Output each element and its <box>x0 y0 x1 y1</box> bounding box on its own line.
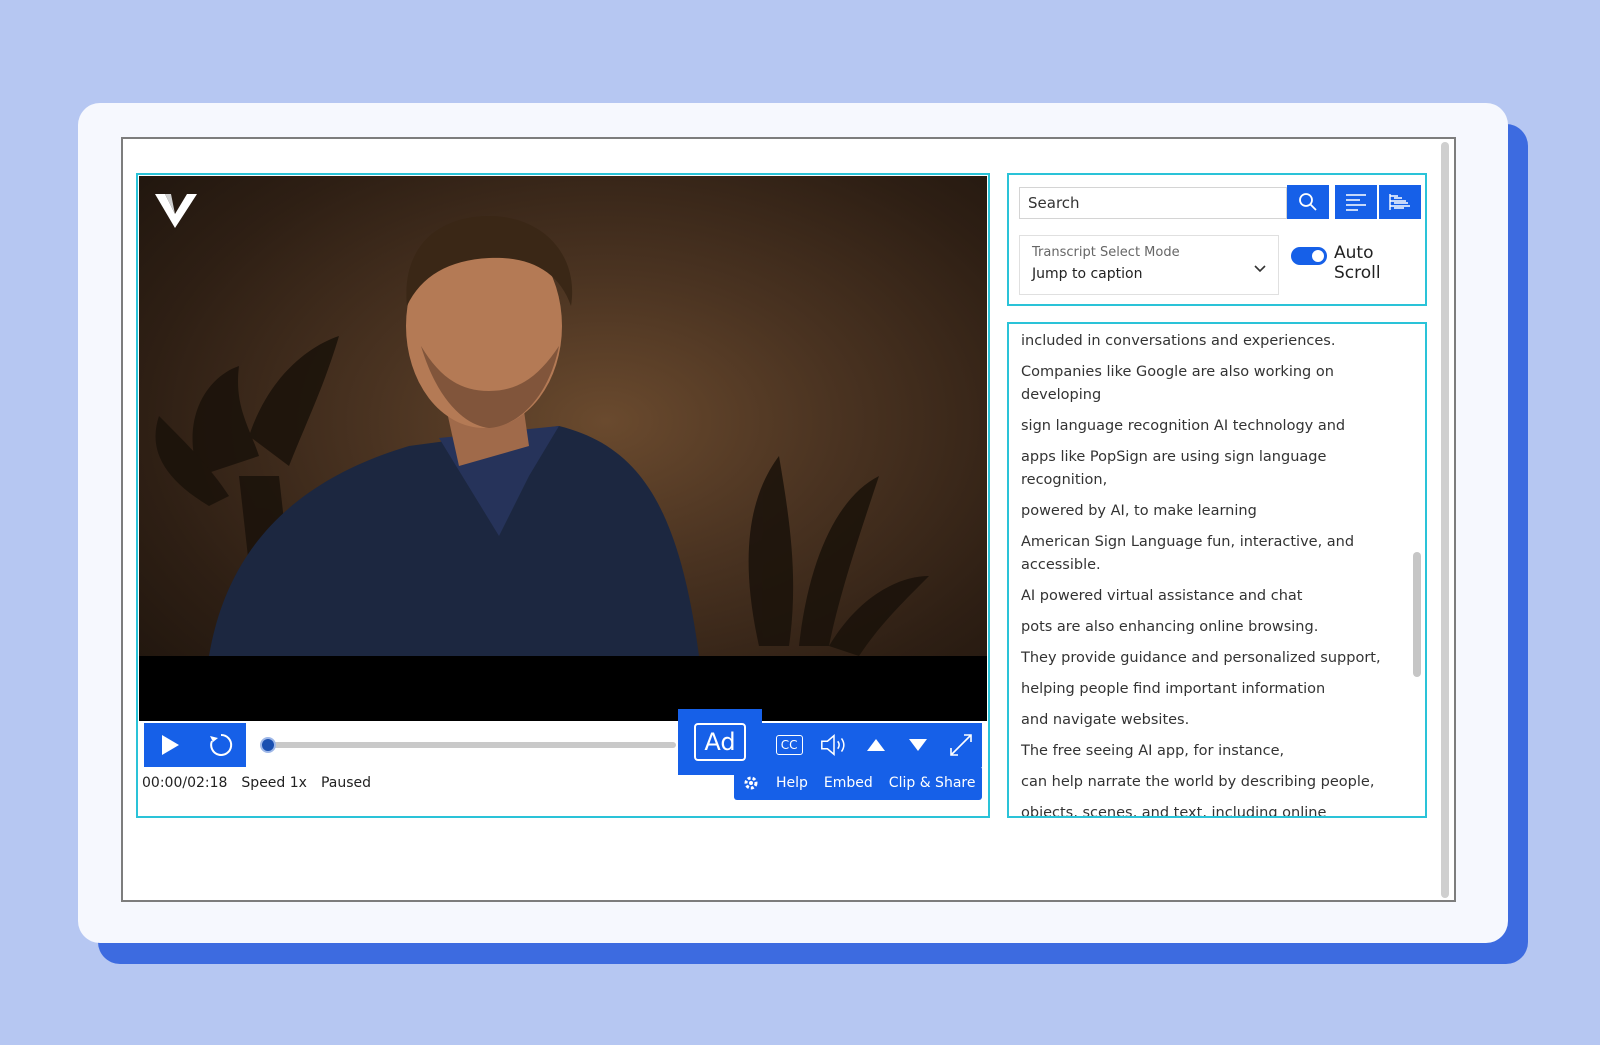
v-logo-icon <box>153 190 199 230</box>
player-actions: Help Embed Clip & Share <box>734 766 982 800</box>
align-left-icon[interactable] <box>1335 185 1377 219</box>
transcript-line[interactable]: helping people find important informatio… <box>1021 678 1391 701</box>
transcript-line[interactable]: American Sign Language fun, interactive,… <box>1021 531 1391 577</box>
list-tree-icon[interactable] <box>1379 185 1421 219</box>
transcript-list: included in conversations and experience… <box>1021 330 1391 816</box>
transcript-line[interactable]: AI powered virtual assistance and chat <box>1021 585 1391 608</box>
progress-handle[interactable] <box>260 737 276 753</box>
auto-scroll-label: Auto Scroll <box>1334 243 1381 283</box>
time-display: 00:00/02:18 <box>142 775 228 791</box>
search-input[interactable] <box>1019 187 1287 219</box>
transcript-mode-label: Transcript Select Mode <box>1032 245 1180 260</box>
transcript-scrollbar-thumb[interactable] <box>1413 552 1421 677</box>
video-player: Ad CC 00:00/02:18 Speed 1x Paused Help E… <box>136 173 990 818</box>
play-icon[interactable] <box>155 730 185 760</box>
clip-share-button[interactable]: Clip & Share <box>889 775 976 791</box>
transcript-mode-value: Jump to caption <box>1032 266 1143 282</box>
fullscreen-icon[interactable] <box>946 730 976 760</box>
transcript-line[interactable]: included in conversations and experience… <box>1021 330 1391 353</box>
transcript-scrollbar[interactable] <box>1411 324 1423 816</box>
progress-bar[interactable] <box>264 742 676 748</box>
transcript-line[interactable]: apps like PopSign are using sign languag… <box>1021 446 1391 492</box>
transcript-line[interactable]: sign language recognition AI technology … <box>1021 415 1391 438</box>
transcript-mode-select[interactable]: Transcript Select Mode Jump to caption <box>1019 235 1279 295</box>
transcript-line[interactable]: objects, scenes, and text, including onl… <box>1021 802 1391 816</box>
transcript-line[interactable]: can help narrate the world by describing… <box>1021 771 1391 794</box>
page-scrollbar[interactable] <box>1439 142 1451 898</box>
captions-label: CC <box>775 735 803 755</box>
help-button[interactable]: Help <box>776 775 808 791</box>
video-frame[interactable] <box>139 176 987 721</box>
auto-scroll-toggle[interactable] <box>1291 247 1327 265</box>
playback-controls <box>144 723 246 767</box>
transcript-line[interactable]: Companies like Google are also working o… <box>1021 361 1391 407</box>
transcript-line[interactable]: The free seeing AI app, for instance, <box>1021 740 1391 763</box>
video-scene <box>155 216 929 656</box>
captions-button[interactable]: CC <box>772 730 806 760</box>
replay-icon[interactable] <box>206 730 236 760</box>
embed-button[interactable]: Embed <box>824 775 873 791</box>
transcript-line[interactable]: powered by AI, to make learning <box>1021 500 1391 523</box>
audio-description-label: Ad <box>694 723 746 761</box>
video-letterbox <box>139 656 987 721</box>
play-state: Paused <box>320 775 372 791</box>
gear-icon[interactable] <box>742 774 760 792</box>
transcript-line[interactable]: and navigate websites. <box>1021 709 1391 732</box>
player-controls: Ad CC <box>144 709 982 775</box>
transcript-line[interactable]: They provide guidance and personalized s… <box>1021 647 1391 670</box>
transcript-controls: Transcript Select Mode Jump to caption A… <box>1007 173 1427 306</box>
media-controls: CC <box>760 723 982 767</box>
arrow-up-icon[interactable] <box>861 730 891 760</box>
page-scrollbar-thumb[interactable] <box>1441 142 1449 898</box>
transcript-panel: included in conversations and experience… <box>1007 322 1427 818</box>
chevron-down-icon <box>1254 258 1266 277</box>
search-icon[interactable] <box>1287 185 1329 219</box>
arrow-down-icon[interactable] <box>903 730 933 760</box>
speed-display[interactable]: Speed 1x <box>241 775 307 791</box>
volume-icon[interactable] <box>819 730 849 760</box>
transcript-line[interactable]: pots are also enhancing online browsing. <box>1021 616 1391 639</box>
player-status: 00:00/02:18 Speed 1x Paused <box>142 773 371 793</box>
